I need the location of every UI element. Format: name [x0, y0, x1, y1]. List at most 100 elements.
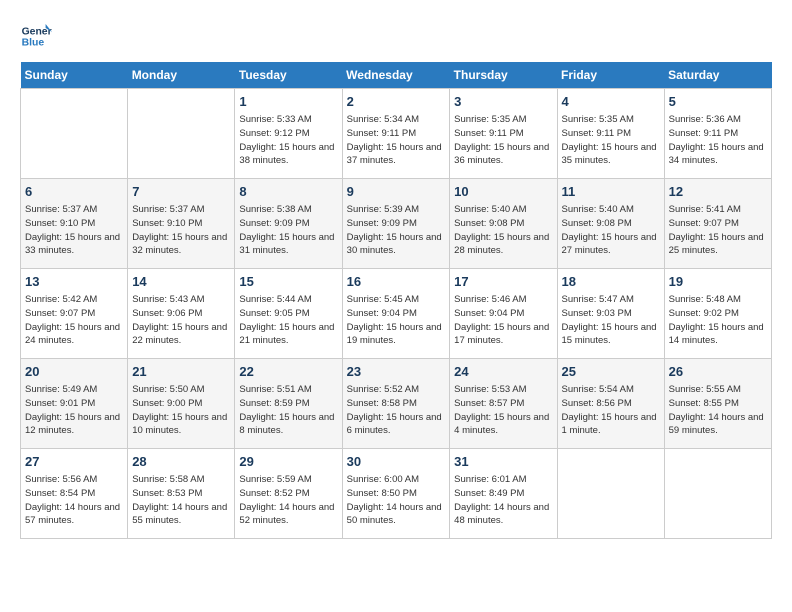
day-cell	[557, 449, 664, 539]
day-info: Sunrise: 5:43 AMSunset: 9:06 PMDaylight:…	[132, 293, 230, 348]
weekday-header-friday: Friday	[557, 62, 664, 89]
day-cell: 3 Sunrise: 5:35 AMSunset: 9:11 PMDaylight…	[450, 89, 557, 179]
week-row-3: 13Sunrise: 5:42 AMSunset: 9:07 PMDayligh…	[21, 269, 772, 359]
day-info: Sunrise: 6:00 AMSunset: 8:50 PMDaylight:…	[347, 473, 446, 528]
day-number: 4	[562, 93, 660, 111]
day-info: Sunrise: 5:42 AMSunset: 9:07 PMDaylight:…	[25, 293, 123, 348]
day-number: 6	[25, 183, 123, 201]
day-cell: 6 Sunrise: 5:37 AMSunset: 9:10 PMDaylight…	[21, 179, 128, 269]
day-info: Sunrise: 5:58 AMSunset: 8:53 PMDaylight:…	[132, 473, 230, 528]
page-header: General Blue	[20, 20, 772, 52]
day-number: 1	[239, 93, 337, 111]
day-info: Sunrise: 5:40 AMSunset: 9:08 PMDaylight:…	[562, 203, 660, 258]
day-number: 12	[669, 183, 767, 201]
day-cell: 11 Sunrise: 5:40 AMSunset: 9:08 PMDayligh…	[557, 179, 664, 269]
day-info: Sunrise: 5:36 AMSunset: 9:11 PMDaylight:…	[669, 113, 767, 168]
day-info: Sunrise: 5:44 AMSunset: 9:05 PMDaylight:…	[239, 293, 337, 348]
day-cell: 1 Sunrise: 5:33 AMSunset: 9:12 PMDaylight…	[235, 89, 342, 179]
svg-text:Blue: Blue	[22, 38, 45, 49]
weekday-header-monday: Monday	[128, 62, 235, 89]
day-cell: 2 Sunrise: 5:34 AMSunset: 9:11 PMDaylight…	[342, 89, 450, 179]
day-info: Sunrise: 5:33 AMSunset: 9:12 PMDaylight:…	[239, 113, 337, 168]
day-cell: 9Sunrise: 5:39 AMSunset: 9:09 PMDaylight…	[342, 179, 450, 269]
day-cell: 30Sunrise: 6:00 AMSunset: 8:50 PMDayligh…	[342, 449, 450, 539]
day-cell: 29 Sunrise: 5:59 AMSunset: 8:52 PMDayligh…	[235, 449, 342, 539]
day-number: 21	[132, 363, 230, 381]
day-cell: 27 Sunrise: 5:56 AMSunset: 8:54 PMDayligh…	[21, 449, 128, 539]
day-info: Sunrise: 5:51 AMSunset: 8:59 PMDaylight:…	[239, 383, 337, 438]
weekday-header-tuesday: Tuesday	[235, 62, 342, 89]
day-cell: 26 Sunrise: 5:55 AMSunset: 8:55 PMDayligh…	[664, 359, 771, 449]
calendar-table: SundayMondayTuesdayWednesdayThursdayFrid…	[20, 62, 772, 539]
day-number: 7	[132, 183, 230, 201]
week-row-1: 1 Sunrise: 5:33 AMSunset: 9:12 PMDaylight…	[21, 89, 772, 179]
day-cell: 10 Sunrise: 5:40 AMSunset: 9:08 PMDayligh…	[450, 179, 557, 269]
day-info: Sunrise: 5:49 AMSunset: 9:01 PMDaylight:…	[25, 383, 123, 438]
day-cell: 8 Sunrise: 5:38 AMSunset: 9:09 PMDaylight…	[235, 179, 342, 269]
day-cell: 15Sunrise: 5:44 AMSunset: 9:05 PMDayligh…	[235, 269, 342, 359]
day-number: 9	[347, 183, 446, 201]
day-info: Sunrise: 5:53 AMSunset: 8:57 PMDaylight:…	[454, 383, 552, 438]
week-row-2: 6 Sunrise: 5:37 AMSunset: 9:10 PMDaylight…	[21, 179, 772, 269]
day-number: 25	[562, 363, 660, 381]
day-cell: 13Sunrise: 5:42 AMSunset: 9:07 PMDayligh…	[21, 269, 128, 359]
day-cell: 23 Sunrise: 5:52 AMSunset: 8:58 PMDayligh…	[342, 359, 450, 449]
day-number: 5	[669, 93, 767, 111]
day-number: 29	[239, 453, 337, 471]
day-cell	[21, 89, 128, 179]
day-number: 22	[239, 363, 337, 381]
day-info: Sunrise: 5:35 AMSunset: 9:11 PMDaylight:…	[562, 113, 660, 168]
day-cell: 14 Sunrise: 5:43 AMSunset: 9:06 PMDayligh…	[128, 269, 235, 359]
day-number: 2	[347, 93, 446, 111]
day-cell: 24Sunrise: 5:53 AMSunset: 8:57 PMDayligh…	[450, 359, 557, 449]
day-info: Sunrise: 5:40 AMSunset: 9:08 PMDaylight:…	[454, 203, 552, 258]
weekday-header-sunday: Sunday	[21, 62, 128, 89]
day-number: 3	[454, 93, 552, 111]
weekday-header-wednesday: Wednesday	[342, 62, 450, 89]
day-info: Sunrise: 5:41 AMSunset: 9:07 PMDaylight:…	[669, 203, 767, 258]
day-number: 11	[562, 183, 660, 201]
day-info: Sunrise: 5:35 AMSunset: 9:11 PMDaylight:…	[454, 113, 552, 168]
week-row-5: 27 Sunrise: 5:56 AMSunset: 8:54 PMDayligh…	[21, 449, 772, 539]
week-row-4: 20Sunrise: 5:49 AMSunset: 9:01 PMDayligh…	[21, 359, 772, 449]
weekday-header-thursday: Thursday	[450, 62, 557, 89]
day-cell: 31 Sunrise: 6:01 AMSunset: 8:49 PMDayligh…	[450, 449, 557, 539]
day-info: Sunrise: 5:38 AMSunset: 9:09 PMDaylight:…	[239, 203, 337, 258]
day-info: Sunrise: 6:01 AMSunset: 8:49 PMDaylight:…	[454, 473, 552, 528]
day-info: Sunrise: 5:54 AMSunset: 8:56 PMDaylight:…	[562, 383, 660, 438]
day-cell	[664, 449, 771, 539]
day-cell: 19 Sunrise: 5:48 AMSunset: 9:02 PMDayligh…	[664, 269, 771, 359]
day-cell: 5 Sunrise: 5:36 AMSunset: 9:11 PMDaylight…	[664, 89, 771, 179]
day-number: 28	[132, 453, 230, 471]
day-info: Sunrise: 5:46 AMSunset: 9:04 PMDaylight:…	[454, 293, 552, 348]
day-cell: 7 Sunrise: 5:37 AMSunset: 9:10 PMDaylight…	[128, 179, 235, 269]
logo-icon: General Blue	[20, 20, 52, 52]
day-info: Sunrise: 5:48 AMSunset: 9:02 PMDaylight:…	[669, 293, 767, 348]
day-cell: 16Sunrise: 5:45 AMSunset: 9:04 PMDayligh…	[342, 269, 450, 359]
weekday-header-saturday: Saturday	[664, 62, 771, 89]
day-number: 17	[454, 273, 552, 291]
day-number: 23	[347, 363, 446, 381]
day-info: Sunrise: 5:37 AMSunset: 9:10 PMDaylight:…	[132, 203, 230, 258]
day-info: Sunrise: 5:52 AMSunset: 8:58 PMDaylight:…	[347, 383, 446, 438]
day-info: Sunrise: 5:59 AMSunset: 8:52 PMDaylight:…	[239, 473, 337, 528]
day-number: 14	[132, 273, 230, 291]
day-number: 10	[454, 183, 552, 201]
day-info: Sunrise: 5:50 AMSunset: 9:00 PMDaylight:…	[132, 383, 230, 438]
day-number: 19	[669, 273, 767, 291]
day-info: Sunrise: 5:55 AMSunset: 8:55 PMDaylight:…	[669, 383, 767, 438]
day-cell: 21 Sunrise: 5:50 AMSunset: 9:00 PMDayligh…	[128, 359, 235, 449]
day-info: Sunrise: 5:37 AMSunset: 9:10 PMDaylight:…	[25, 203, 123, 258]
day-info: Sunrise: 5:34 AMSunset: 9:11 PMDaylight:…	[347, 113, 446, 168]
day-cell: 28 Sunrise: 5:58 AMSunset: 8:53 PMDayligh…	[128, 449, 235, 539]
day-info: Sunrise: 5:56 AMSunset: 8:54 PMDaylight:…	[25, 473, 123, 528]
day-cell: 20Sunrise: 5:49 AMSunset: 9:01 PMDayligh…	[21, 359, 128, 449]
day-cell: 4 Sunrise: 5:35 AMSunset: 9:11 PMDaylight…	[557, 89, 664, 179]
day-cell: 22 Sunrise: 5:51 AMSunset: 8:59 PMDayligh…	[235, 359, 342, 449]
day-number: 8	[239, 183, 337, 201]
day-number: 26	[669, 363, 767, 381]
day-cell	[128, 89, 235, 179]
day-number: 31	[454, 453, 552, 471]
day-cell: 25 Sunrise: 5:54 AMSunset: 8:56 PMDayligh…	[557, 359, 664, 449]
day-number: 27	[25, 453, 123, 471]
